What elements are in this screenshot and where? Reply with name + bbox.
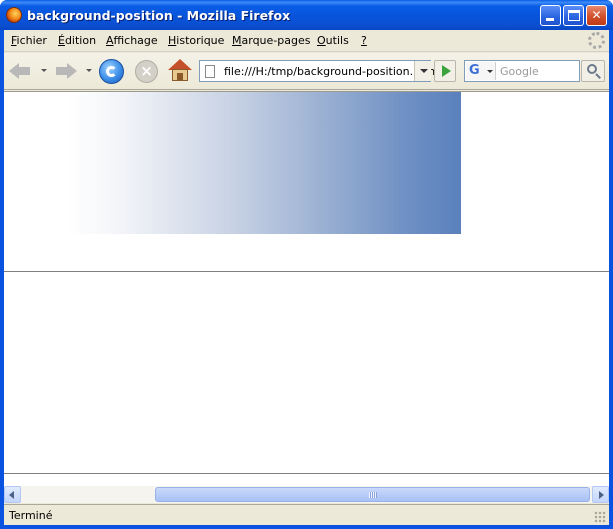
search-input[interactable]: Google (500, 65, 539, 78)
menu-label: istorique (176, 34, 225, 47)
minimize-button[interactable] (540, 5, 561, 26)
window-title: background-position - Mozilla Firefox (27, 8, 291, 23)
search-button[interactable] (581, 60, 605, 82)
page-icon (205, 65, 215, 78)
menu-label: ichier (16, 34, 47, 47)
browser-window: background-position - Mozilla Firefox ✕ … (0, 0, 613, 529)
horizontal-rule (4, 473, 609, 474)
home-icon-door (177, 73, 183, 81)
close-button[interactable]: ✕ (586, 5, 607, 26)
go-button[interactable] (434, 60, 456, 82)
gradient-background-box (4, 92, 461, 234)
menu-label: dition (64, 34, 97, 47)
back-button[interactable] (9, 59, 33, 83)
menu-label: arque-pages (241, 34, 311, 47)
forward-button[interactable] (54, 59, 78, 83)
menu-bar: Fichier Édition Affichage Historique Mar… (4, 30, 609, 52)
menu-label: ffichage (113, 34, 158, 47)
menu-affichage[interactable]: Affichage (106, 34, 158, 47)
menu-accel: A (106, 34, 114, 47)
forward-history-dropdown[interactable] (86, 69, 92, 72)
maximize-icon (568, 10, 580, 21)
url-bar[interactable]: file:///H:/tmp/background-position.htm (199, 60, 435, 82)
status-bar: Terminé (4, 504, 609, 525)
stop-icon: × (140, 62, 153, 80)
minimize-icon (546, 18, 554, 21)
stop-button[interactable]: × (135, 60, 158, 83)
scroll-thumb[interactable] (155, 487, 590, 502)
menu-accel: É (58, 34, 65, 47)
forward-arrow-icon (67, 63, 77, 79)
search-engine-selector[interactable]: G (466, 62, 496, 80)
home-button[interactable] (168, 59, 192, 83)
reload-icon (106, 66, 117, 77)
search-box[interactable]: G Google (464, 60, 580, 82)
throbber-icon (588, 32, 605, 49)
google-icon: G (469, 63, 480, 78)
menu-historique[interactable]: Historique (168, 34, 224, 47)
close-icon: ✕ (591, 8, 602, 22)
url-input[interactable]: file:///H:/tmp/background-position.htm (224, 65, 435, 78)
magnifier-handle (595, 73, 601, 79)
resize-grip-icon[interactable] (594, 511, 606, 523)
maximize-button[interactable] (563, 5, 584, 26)
firefox-icon (6, 7, 22, 23)
menu-outils[interactable]: Outils (317, 34, 349, 47)
menu-accel: M (232, 34, 242, 47)
menu-help[interactable]: ? (361, 34, 367, 47)
menu-fichier[interactable]: Fichier (11, 34, 47, 47)
menu-accel: ? (361, 34, 367, 47)
horizontal-scrollbar[interactable] (4, 486, 609, 503)
scroll-right-button[interactable] (592, 486, 609, 503)
menu-label: utils (325, 34, 349, 47)
title-bar[interactable]: background-position - Mozilla Firefox ✕ (0, 0, 613, 30)
scroll-grip-icon (369, 492, 377, 498)
scroll-left-button[interactable] (4, 486, 21, 503)
window-frame: Fichier Édition Affichage Historique Mar… (4, 30, 609, 525)
menu-marque-pages[interactable]: Marque-pages (232, 34, 310, 47)
menu-edition[interactable]: Édition (58, 34, 96, 47)
reload-button[interactable] (99, 59, 124, 84)
page-content (4, 91, 609, 486)
url-history-dropdown[interactable] (414, 61, 431, 81)
back-arrow-tail (18, 67, 30, 75)
navigation-toolbar: × file:///H:/tmp/background-position.htm… (4, 53, 609, 90)
status-text: Terminé (9, 509, 53, 522)
magnifier-icon (587, 64, 597, 74)
back-history-dropdown[interactable] (41, 69, 47, 72)
menu-accel: O (317, 34, 326, 47)
horizontal-rule (4, 271, 609, 272)
